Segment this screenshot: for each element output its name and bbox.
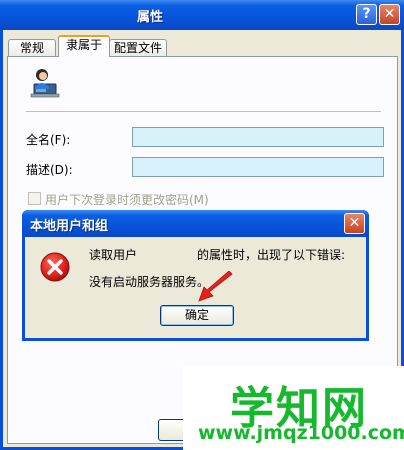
user-computer-icon [30, 69, 60, 98]
tab-profile[interactable]: 配置文件 [109, 39, 167, 56]
help-button[interactable]: ? [356, 4, 377, 25]
error-message-line1: 读取用户 的属性时，出现了以下错误: [89, 246, 345, 263]
dialog-title-bar[interactable]: 本地用户和组 ✕ [22, 210, 369, 237]
close-button[interactable]: ✕ [379, 4, 400, 25]
dialog-close-button[interactable]: ✕ [344, 213, 365, 234]
error-message-part2: 的属性时，出现了以下错误: [197, 248, 346, 262]
tab-general[interactable]: 常规 [8, 39, 56, 56]
ok-button[interactable]: 确定 [160, 305, 234, 326]
change-password-label: 用户下次登录时须更改密码(M) [45, 193, 209, 207]
dialog-title: 本地用户和组 [30, 219, 109, 234]
error-x-icon [40, 252, 70, 282]
error-message-part1: 读取用户 [89, 248, 138, 262]
window-title: 属性 [136, 10, 163, 25]
fullname-label: 全名(F): [26, 133, 71, 147]
tab-member-of[interactable]: 隶属于 [58, 35, 110, 57]
fullname-input[interactable] [132, 127, 384, 147]
change-password-checkbox[interactable] [28, 192, 41, 205]
error-message-line2: 没有启动服务器服务。 [89, 275, 210, 289]
separator-line [26, 111, 381, 112]
watermark-url: www.jmqz1000.com [198, 422, 404, 444]
title-bar[interactable]: 属性 ? ✕ [0, 0, 404, 30]
description-label: 描述(D): [26, 163, 73, 177]
description-input[interactable] [132, 157, 384, 177]
red-arrow-icon [198, 271, 233, 302]
